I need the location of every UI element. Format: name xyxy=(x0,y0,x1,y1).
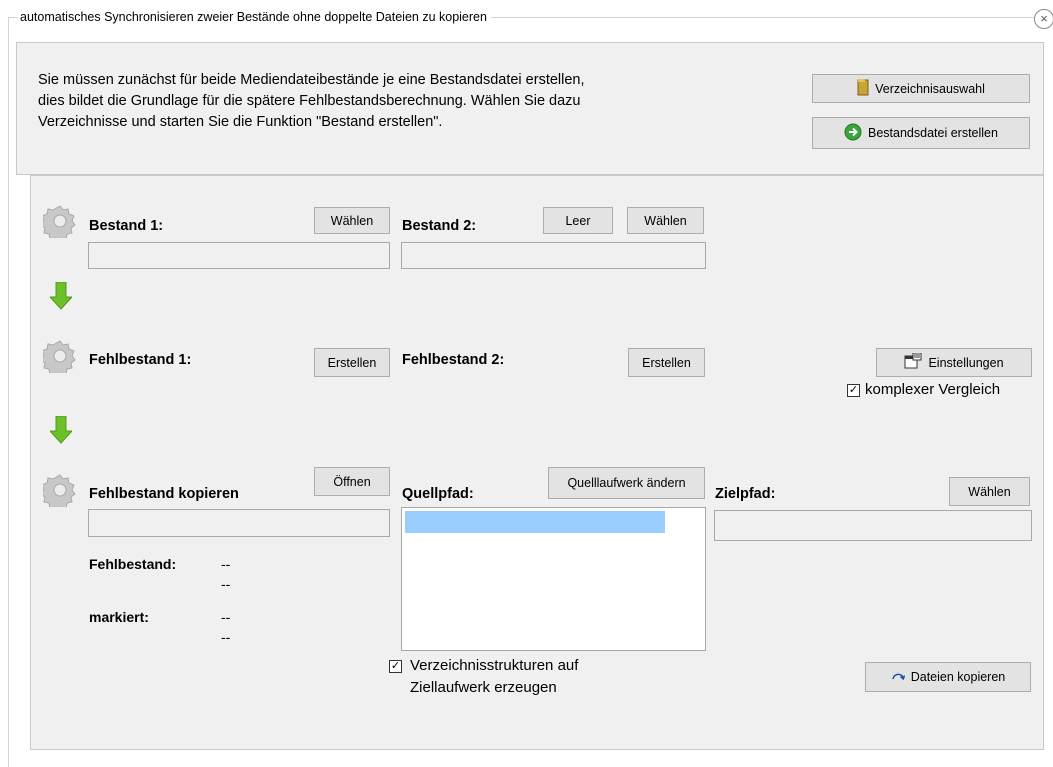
directory-select-label: Verzeichnisauswahl xyxy=(875,81,985,96)
create-structure-label-2: Ziellaufwerk erzeugen xyxy=(410,679,557,696)
bestand2-field[interactable] xyxy=(401,242,706,269)
marked-value-2: -- xyxy=(221,629,231,645)
copy-files-button[interactable]: Dateien kopieren xyxy=(865,662,1031,692)
green-arrow-circle-icon xyxy=(844,123,862,144)
change-source-drive-button[interactable]: Quelllaufwerk ändern xyxy=(548,467,705,499)
gear-icon xyxy=(43,205,76,238)
down-arrow-icon xyxy=(50,416,72,444)
complex-compare-label: komplexer Vergleich xyxy=(865,381,1001,398)
bestand2-choose-button[interactable]: Wählen xyxy=(627,207,704,234)
bestand2-label: Bestand 2: xyxy=(402,218,477,234)
copy-missing-field[interactable] xyxy=(88,509,390,537)
frame-left-border xyxy=(8,17,9,767)
create-structure-label-1: Verzeichnisstrukturen auf xyxy=(410,657,579,674)
intro-line-3: Verzeichnisse und starten Sie die Funkti… xyxy=(38,114,443,130)
source-path-list[interactable] xyxy=(401,507,706,651)
copy-files-label: Dateien kopieren xyxy=(910,670,1006,684)
fehlbestand1-create-button[interactable]: Erstellen xyxy=(314,348,390,377)
target-choose-button[interactable]: Wählen xyxy=(949,477,1030,506)
window-title: automatisches Synchronisieren zweier Bes… xyxy=(18,9,491,25)
missing-count-value-1: -- xyxy=(221,556,231,572)
source-path-label: Quellpfad: xyxy=(402,486,474,502)
gear-icon xyxy=(43,340,76,373)
create-inventory-file-button[interactable]: Bestandsdatei erstellen xyxy=(812,117,1030,149)
target-path-field[interactable] xyxy=(714,510,1032,541)
missing-count-label: Fehlbestand: xyxy=(89,556,177,572)
bestand1-field[interactable] xyxy=(88,242,390,269)
refresh-icon xyxy=(891,670,905,684)
marked-value-1: -- xyxy=(221,609,231,625)
intro-line-2: dies bildet die Grundlage für die später… xyxy=(38,93,581,109)
fehlbestand1-label: Fehlbestand 1: xyxy=(89,352,192,368)
settings-dialog-icon xyxy=(904,352,922,372)
copy-missing-label: Fehlbestand kopieren xyxy=(89,486,239,502)
gear-icon xyxy=(43,474,76,507)
bestand2-empty-button[interactable]: Leer xyxy=(543,207,613,234)
settings-button[interactable]: Einstellungen xyxy=(876,348,1032,377)
fehlbestand2-create-button[interactable]: Erstellen xyxy=(628,348,705,377)
complex-compare-checkbox[interactable]: ✓ xyxy=(847,384,860,397)
open-button[interactable]: Öffnen xyxy=(314,467,390,496)
create-structure-checkbox[interactable]: ✓ xyxy=(389,660,402,673)
directory-select-button[interactable]: Verzeichnisauswahl xyxy=(812,74,1030,103)
settings-label: Einstellungen xyxy=(928,355,1004,370)
marked-label: markiert: xyxy=(89,609,149,625)
intro-line-1: Sie müssen zunächst für beide Mediendate… xyxy=(38,72,585,88)
folder-icon xyxy=(857,78,869,99)
fehlbestand2-label: Fehlbestand 2: xyxy=(402,352,505,368)
bestand1-label: Bestand 1: xyxy=(89,218,164,234)
target-path-label: Zielpfad: xyxy=(715,486,776,502)
missing-count-value-2: -- xyxy=(221,576,231,592)
intro-panel: Sie müssen zunächst für beide Mediendate… xyxy=(16,42,1044,175)
create-inventory-file-label: Bestandsdatei erstellen xyxy=(868,126,998,140)
source-path-selected-item[interactable] xyxy=(405,511,665,533)
down-arrow-icon xyxy=(50,282,72,310)
bestand1-choose-button[interactable]: Wählen xyxy=(314,207,390,234)
close-icon[interactable]: × xyxy=(1034,9,1053,29)
